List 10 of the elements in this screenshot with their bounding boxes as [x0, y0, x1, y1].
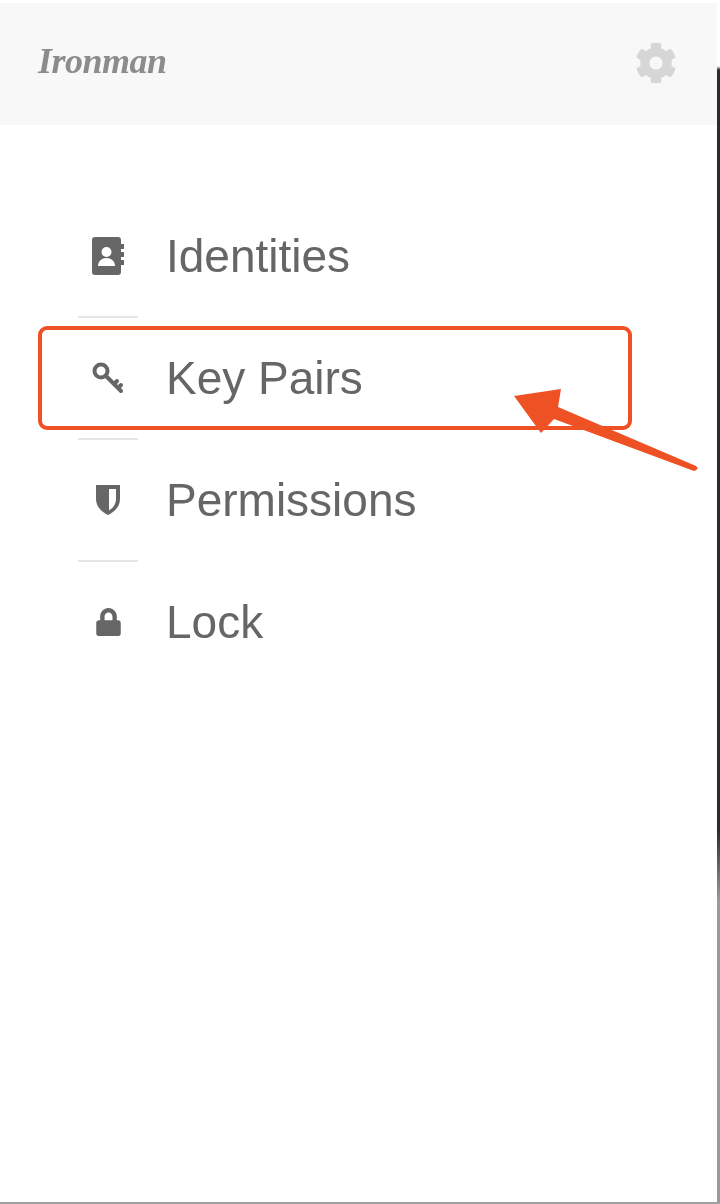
menu-item[interactable]: Permissions	[38, 448, 632, 552]
settings-icon[interactable]	[635, 42, 677, 84]
app-logo: Ironman	[38, 40, 167, 82]
padlock-icon	[95, 608, 121, 636]
menu-item[interactable]: Lock	[38, 570, 632, 674]
key-icon	[92, 362, 124, 394]
menu-item[interactable]: Key Pairs	[38, 326, 632, 430]
contact-book-icon	[92, 237, 124, 275]
menu-item[interactable]: Identities	[38, 204, 632, 308]
shield-icon	[95, 484, 121, 516]
